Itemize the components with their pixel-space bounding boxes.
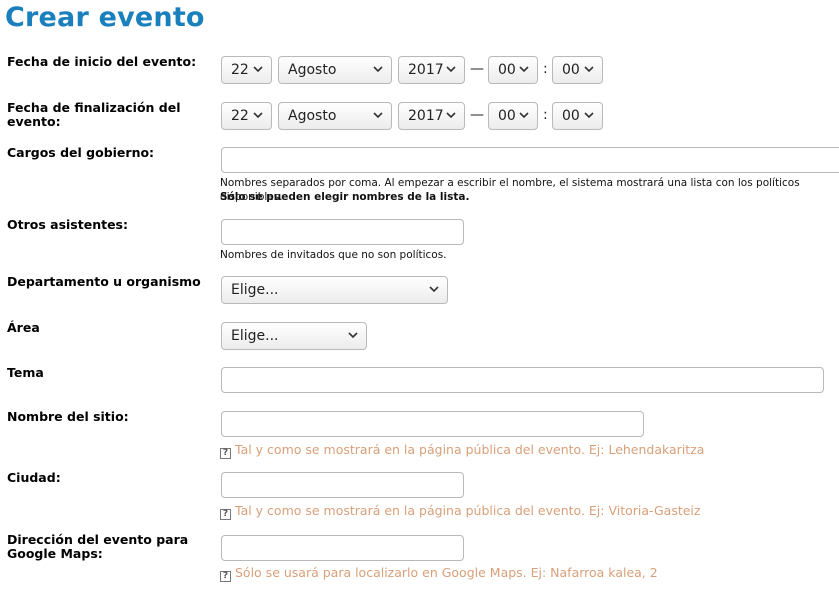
- chevron-down-icon: [429, 286, 439, 293]
- end-year-value: 2017: [408, 108, 444, 124]
- area-selected: Elige...: [231, 328, 279, 344]
- start-month-value: Agosto: [288, 62, 337, 78]
- chevron-down-icon: [373, 112, 383, 119]
- start-day-value: 22: [231, 62, 249, 78]
- end-month-select[interactable]: Agosto: [278, 102, 392, 130]
- start-month-select[interactable]: Agosto: [278, 56, 392, 84]
- end-minute-value: 00: [562, 108, 580, 124]
- chevron-down-icon: [373, 66, 383, 73]
- start-date-label: Fecha de inicio del evento:: [7, 54, 197, 69]
- chevron-down-icon: [446, 66, 456, 73]
- cargos-label: Cargos del gobierno:: [7, 145, 155, 160]
- end-separator-colon: :: [543, 107, 548, 123]
- direccion-label: Dirección del evento para Google Maps:: [7, 532, 189, 561]
- departamento-label: Departamento u organismo: [7, 274, 201, 289]
- chevron-down-icon: [584, 66, 594, 73]
- end-hour-value: 00: [498, 108, 516, 124]
- sitio-hint: ? Tal y como se mostrará en la página púb…: [220, 443, 704, 459]
- sitio-input[interactable]: [221, 411, 644, 437]
- question-icon[interactable]: ?: [220, 509, 231, 520]
- otros-label: Otros asistentes:: [7, 217, 128, 232]
- chevron-down-icon: [584, 112, 594, 119]
- chevron-down-icon: [519, 112, 529, 119]
- start-separator-dash: —: [470, 61, 484, 77]
- departamento-selected: Elige...: [231, 282, 279, 298]
- tema-label: Tema: [7, 365, 44, 380]
- start-year-select[interactable]: 2017: [398, 56, 465, 84]
- otros-help: Nombres de invitados que no son político…: [220, 249, 447, 261]
- chevron-down-icon: [253, 66, 263, 73]
- direccion-hint-text: Sólo se usará para localizarlo en Google…: [235, 565, 658, 580]
- question-icon[interactable]: ?: [220, 571, 231, 582]
- ciudad-hint: ? Tal y como se mostrará en la página púb…: [220, 504, 700, 520]
- end-day-value: 22: [231, 108, 249, 124]
- direccion-hint: ? Sólo se usará para localizarlo en Googl…: [220, 566, 658, 582]
- question-icon[interactable]: ?: [220, 448, 231, 459]
- departamento-select[interactable]: Elige...: [221, 276, 448, 304]
- end-date-label: Fecha de finalización del evento:: [7, 100, 181, 129]
- tema-input[interactable]: [221, 367, 824, 393]
- cargos-input[interactable]: [221, 147, 839, 173]
- ciudad-label: Ciudad:: [7, 470, 61, 485]
- cargos-help-bold: Sólo se pueden elegir nombres de la list…: [220, 191, 470, 203]
- ciudad-hint-text: Tal y como se mostrará en la página públ…: [235, 503, 701, 518]
- area-label: Área: [7, 320, 40, 335]
- chevron-down-icon: [519, 66, 529, 73]
- end-day-select[interactable]: 22: [221, 102, 272, 130]
- area-select[interactable]: Elige...: [221, 322, 367, 350]
- ciudad-input[interactable]: [221, 472, 464, 498]
- end-separator-dash: —: [470, 107, 484, 123]
- otros-input[interactable]: [221, 219, 464, 245]
- chevron-down-icon: [253, 112, 263, 119]
- start-separator-colon: :: [543, 61, 548, 77]
- start-hour-select[interactable]: 00: [488, 56, 538, 84]
- start-minute-select[interactable]: 00: [552, 56, 603, 84]
- page-title: Crear evento: [5, 2, 205, 33]
- start-minute-value: 00: [562, 62, 580, 78]
- start-year-value: 2017: [408, 62, 444, 78]
- start-day-select[interactable]: 22: [221, 56, 272, 84]
- end-hour-select[interactable]: 00: [488, 102, 538, 130]
- end-month-value: Agosto: [288, 108, 337, 124]
- end-minute-select[interactable]: 00: [552, 102, 603, 130]
- chevron-down-icon: [348, 332, 358, 339]
- sitio-label: Nombre del sitio:: [7, 409, 129, 424]
- start-hour-value: 00: [498, 62, 516, 78]
- end-year-select[interactable]: 2017: [398, 102, 465, 130]
- direccion-input[interactable]: [221, 535, 464, 561]
- sitio-hint-text: Tal y como se mostrará en la página públ…: [235, 442, 705, 457]
- chevron-down-icon: [446, 112, 456, 119]
